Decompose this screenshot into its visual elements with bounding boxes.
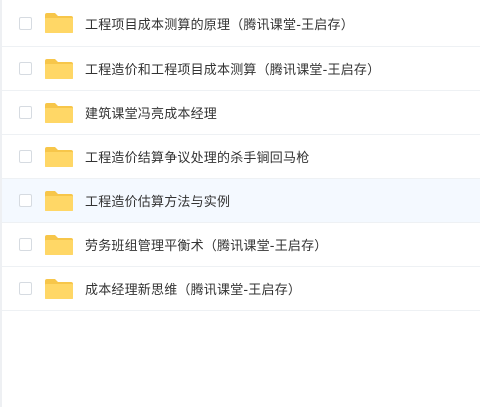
file-name[interactable]: 工程造价估算方法与实例: [85, 191, 230, 210]
file-list-panel: 工程项目成本测算的原理（腾讯课堂-王启存） 工程造价和工程项目成本测算（腾讯课堂…: [0, 0, 482, 407]
file-name[interactable]: 劳务班组管理平衡术（腾讯课堂-王启存）: [85, 235, 328, 254]
file-row-hovered[interactable]: 工程造价估算方法与实例: [2, 179, 480, 223]
file-row[interactable]: 工程项目成本测算的原理（腾讯课堂-王启存）: [2, 0, 480, 47]
file-row[interactable]: 成本经理新思维（腾讯课堂-王启存）: [2, 267, 480, 311]
folder-icon: [45, 190, 73, 211]
file-name[interactable]: 工程造价和工程项目成本测算（腾讯课堂-王启存）: [85, 59, 380, 78]
row-checkbox[interactable]: [19, 194, 32, 207]
file-row[interactable]: 建筑课堂冯亮成本经理: [2, 91, 480, 135]
row-checkbox[interactable]: [19, 238, 32, 251]
file-name[interactable]: 工程造价结算争议处理的杀手锏回马枪: [85, 147, 309, 166]
folder-icon: [45, 278, 73, 299]
file-row[interactable]: 工程造价和工程项目成本测算（腾讯课堂-王启存）: [2, 47, 480, 91]
file-name[interactable]: 建筑课堂冯亮成本经理: [85, 103, 217, 122]
folder-icon: [45, 58, 73, 79]
file-row[interactable]: 工程造价结算争议处理的杀手锏回马枪: [2, 135, 480, 179]
row-checkbox[interactable]: [19, 282, 32, 295]
file-list: 工程项目成本测算的原理（腾讯课堂-王启存） 工程造价和工程项目成本测算（腾讯课堂…: [2, 0, 480, 311]
row-checkbox[interactable]: [19, 62, 32, 75]
file-name[interactable]: 成本经理新思维（腾讯课堂-王启存）: [85, 279, 301, 298]
folder-icon: [45, 13, 73, 33]
row-checkbox[interactable]: [19, 150, 32, 163]
file-row[interactable]: 劳务班组管理平衡术（腾讯课堂-王启存）: [2, 223, 480, 267]
folder-icon: [45, 146, 73, 167]
folder-icon: [45, 102, 73, 123]
file-name[interactable]: 工程项目成本测算的原理（腾讯课堂-王启存）: [85, 14, 354, 33]
row-checkbox[interactable]: [19, 106, 32, 119]
folder-icon: [45, 234, 73, 255]
row-checkbox[interactable]: [19, 16, 32, 30]
